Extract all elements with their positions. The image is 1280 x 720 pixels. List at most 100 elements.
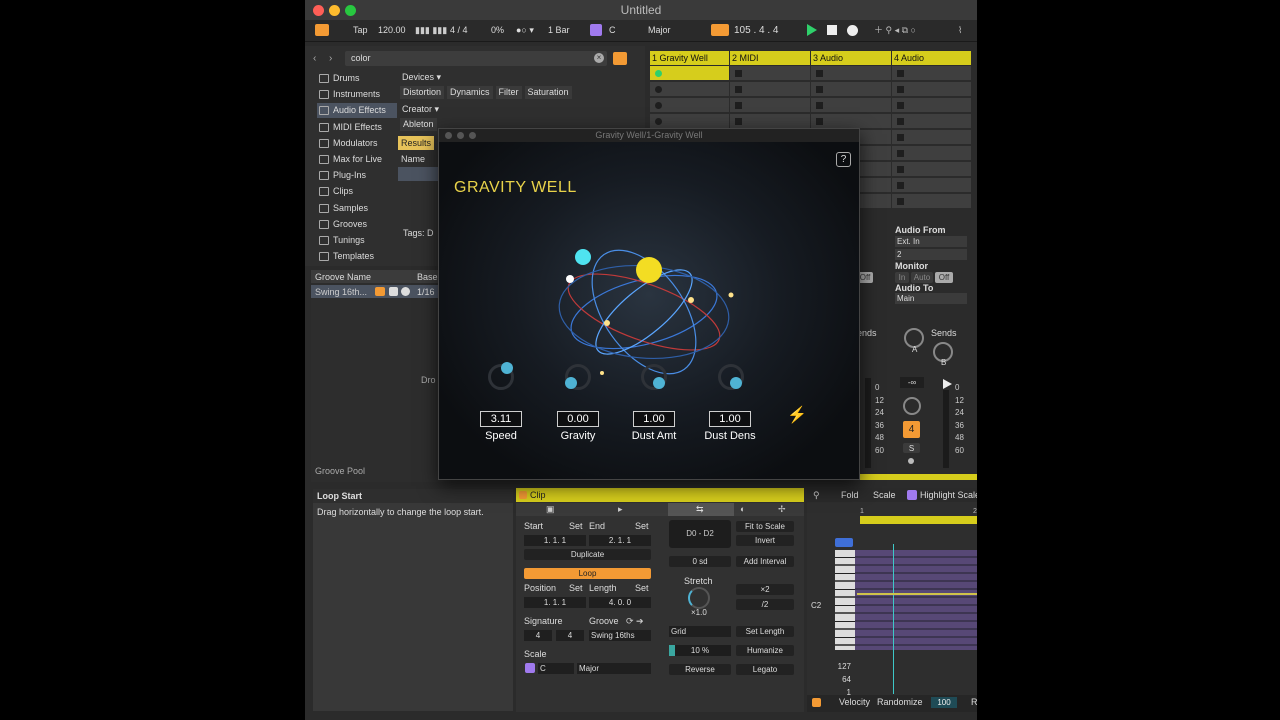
search-input[interactable]: color × (345, 51, 607, 66)
set-length-button[interactable]: Set Length (736, 626, 794, 637)
monitor-off-button[interactable]: Off (935, 272, 953, 283)
loop-button[interactable]: Loop (524, 568, 651, 579)
tag-distortion[interactable]: Distortion (400, 86, 445, 99)
plugin-close-button[interactable] (445, 132, 452, 139)
clip-slot[interactable] (892, 194, 972, 209)
clip-slot[interactable] (892, 130, 972, 145)
view-toggle-icon[interactable] (315, 24, 329, 36)
piano-keys[interactable] (835, 550, 855, 650)
devices-filter[interactable]: Devices ▾ (402, 72, 441, 83)
dust-dens-value[interactable]: 1.00 (709, 411, 751, 427)
groove-commit-icon[interactable] (401, 287, 410, 296)
clip-slot[interactable] (892, 146, 972, 161)
clip-slot[interactable] (892, 178, 972, 193)
tap-button[interactable]: Tap (350, 23, 371, 38)
pitch-range-display[interactable]: D0 - D2 (669, 520, 731, 548)
follow-icon[interactable] (711, 24, 729, 36)
length-set-button[interactable]: Set (635, 583, 649, 593)
groove-row-base[interactable]: 1/16 (417, 287, 435, 297)
dust-amt-knob-indicator[interactable] (653, 377, 665, 389)
groove-edit-icon[interactable] (375, 287, 385, 296)
clip-slot[interactable] (730, 66, 811, 81)
invert-button[interactable]: Invert (736, 535, 794, 546)
speed-knob-indicator[interactable] (501, 362, 513, 374)
grid-select[interactable]: Grid (669, 626, 731, 637)
reverse-button[interactable]: Reverse (669, 664, 731, 675)
gravity-knob-indicator[interactable] (565, 377, 577, 389)
fit-to-scale-button[interactable]: Fit to Scale (736, 521, 794, 532)
solo-button[interactable]: S (903, 443, 920, 453)
clip-slot[interactable] (650, 82, 730, 97)
semitone-field[interactable]: 0 sd (669, 556, 731, 567)
sidebar-item-drums[interactable]: Drums (317, 71, 397, 86)
volume-fader-handle[interactable] (943, 379, 952, 389)
fold-button[interactable]: Fold (841, 490, 859, 500)
clear-search-icon[interactable]: × (594, 53, 604, 63)
sidebar-item-grooves[interactable]: Grooves (317, 217, 397, 232)
tag-ableton[interactable]: Ableton (400, 118, 437, 131)
groove-name-col[interactable]: Groove Name (315, 272, 371, 282)
clip-slot[interactable] (811, 82, 892, 97)
groove-row-name[interactable]: Swing 16th... (315, 287, 367, 297)
clip-key-select[interactable]: C (538, 663, 574, 674)
start-set-button[interactable]: Set (569, 521, 583, 531)
quantize-select[interactable]: 1 Bar (545, 23, 573, 38)
sidebar-item-instruments[interactable]: Instruments (317, 87, 397, 102)
highlight-scale-checkbox[interactable] (907, 490, 917, 500)
tag-dynamics[interactable]: Dynamics (447, 86, 493, 99)
sidebar-item-modulators[interactable]: Modulators (317, 136, 397, 151)
halve-button[interactable]: /2 (736, 599, 794, 610)
play-icon[interactable] (807, 24, 817, 36)
plugin-zoom-button[interactable] (469, 132, 476, 139)
double-button[interactable]: ×2 (736, 584, 794, 595)
scale-button[interactable]: Scale (873, 490, 896, 500)
clip-slot[interactable] (892, 98, 972, 113)
position-set-button[interactable]: Set (569, 583, 583, 593)
sidebar-item-plug-ins[interactable]: Plug-Ins (317, 168, 397, 183)
dust-dens-knob-indicator[interactable] (730, 377, 742, 389)
result-row[interactable] (398, 167, 438, 181)
legato-button[interactable]: Legato (736, 664, 794, 675)
plugin-minimize-button[interactable] (457, 132, 464, 139)
velocity-value[interactable]: 100 (931, 697, 957, 708)
filter-toggle-icon[interactable] (613, 52, 627, 65)
humanize-button[interactable]: Humanize (736, 645, 794, 656)
audio-to-select[interactable]: Main (895, 293, 967, 304)
clip-color-icon[interactable] (519, 491, 527, 499)
clip-scale-select[interactable]: Major (577, 663, 651, 674)
tag-saturation[interactable]: Saturation (524, 86, 572, 99)
humanize-amount[interactable]: 10 % (669, 645, 731, 656)
name-column[interactable]: Name (401, 154, 425, 164)
note-bar[interactable] (857, 593, 977, 595)
automation-icon[interactable]: ⌇ (955, 23, 965, 38)
sidebar-item-max-for-live[interactable]: Max for Live (317, 152, 397, 167)
tempo-field[interactable]: 120.00 (375, 23, 409, 38)
clip-slot[interactable] (811, 66, 892, 81)
sidebar-item-tunings[interactable]: Tunings (317, 233, 397, 248)
audio-from-select[interactable]: Ext. In (895, 236, 967, 247)
notes-tab-icon[interactable]: ▸ (618, 504, 623, 515)
scale-mode-icon[interactable] (590, 24, 602, 36)
clip-slot[interactable] (650, 98, 730, 113)
tag-filter[interactable]: Filter (495, 86, 522, 99)
sidebar-item-midi-effects[interactable]: MIDI Effects (317, 120, 397, 135)
input-channel-select[interactable]: 2 (895, 249, 967, 260)
monitor-in-button[interactable]: In (895, 272, 909, 283)
groove-select[interactable]: Swing 16ths (589, 630, 651, 641)
duplicate-button[interactable]: Duplicate (524, 549, 651, 560)
loop-brace[interactable] (860, 516, 977, 524)
metronome-icon[interactable]: ▮▮▮ ▮▮▮ (412, 23, 450, 38)
dust-amt-value[interactable]: 1.00 (633, 411, 675, 427)
sig-denominator[interactable]: 4 (556, 630, 584, 641)
groove-hotswap-icon[interactable]: ⟳ ➔ (626, 616, 644, 627)
generate-tab-icon[interactable]: ◐ (740, 504, 745, 514)
clip-slot[interactable] (730, 98, 811, 113)
track-header-3[interactable]: 3 Audio (811, 51, 892, 65)
forward-icon[interactable]: › (329, 53, 332, 64)
creator-filter[interactable]: Creator ▾ (402, 104, 439, 115)
key-select[interactable]: C (606, 23, 619, 38)
song-position-field[interactable]: 105 . 4 . 4 (731, 23, 781, 38)
expression-tab-icon[interactable]: ✢ (778, 504, 786, 515)
clip-slot[interactable] (650, 114, 730, 129)
note-grid[interactable] (855, 550, 977, 650)
